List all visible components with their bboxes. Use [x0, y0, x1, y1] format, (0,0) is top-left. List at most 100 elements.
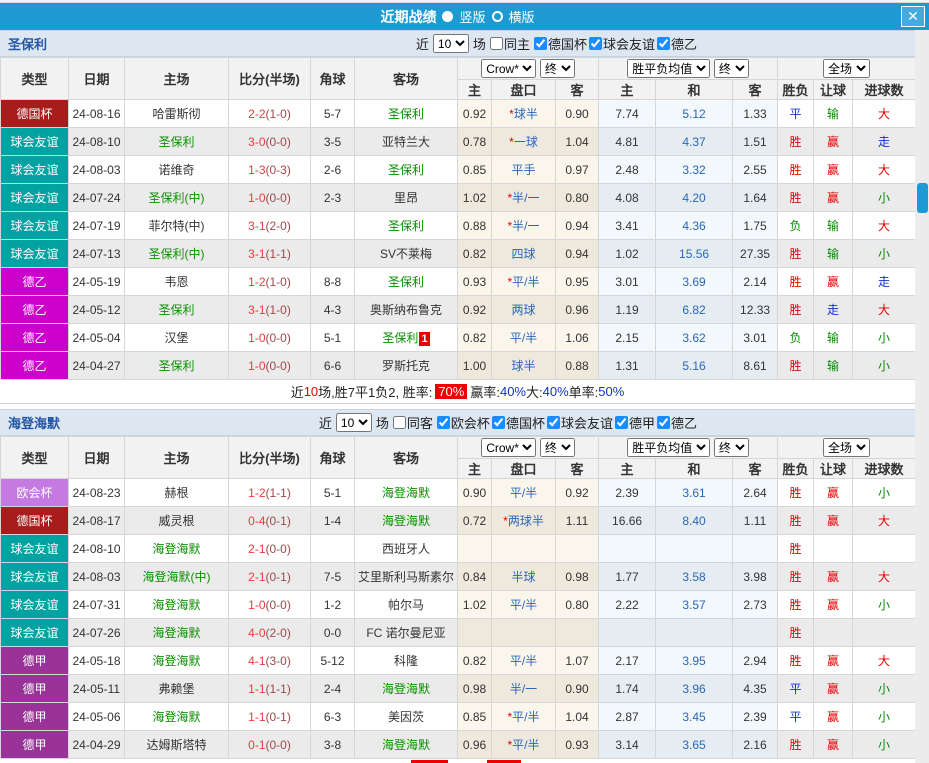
league-filter-德国杯[interactable]: 德国杯 — [534, 34, 587, 53]
league-filter-德乙[interactable]: 德乙 — [657, 34, 697, 53]
col-header-handicap: 盘口 — [492, 80, 556, 100]
league-checkbox-label: 球会友谊 — [603, 34, 655, 53]
mean-draw-cell: 3.62 — [656, 324, 733, 352]
odds-final-select[interactable]: 终 — [540, 438, 575, 457]
col-header-away: 客场 — [355, 58, 458, 100]
mean-draw-cell — [656, 535, 733, 563]
corner-cell: 4-3 — [311, 296, 355, 324]
corner-cell: 3-5 — [311, 128, 355, 156]
mean-final-select[interactable]: 终 — [714, 59, 749, 78]
date-cell: 24-05-19 — [69, 268, 125, 296]
league-checkbox-label: 德国杯 — [548, 34, 587, 53]
handicap-cell: 两球 — [492, 296, 556, 324]
league-checkbox[interactable] — [534, 37, 547, 50]
goals-result-cell: 小 — [853, 184, 916, 212]
date-cell: 24-08-23 — [69, 479, 125, 507]
league-checkbox[interactable] — [589, 37, 602, 50]
odds-home-cell: 0.82 — [458, 647, 492, 675]
handicap-result-cell: 赢 — [814, 128, 853, 156]
mean-home-cell: 1.31 — [599, 352, 656, 380]
mean-final-select[interactable]: 终 — [714, 438, 749, 457]
league-checkbox[interactable] — [615, 416, 628, 429]
league-checkbox[interactable] — [547, 416, 560, 429]
league-filter-球会友谊[interactable]: 球会友谊 — [547, 413, 613, 432]
odds-company-select[interactable]: Crow* — [481, 438, 536, 457]
scope-select[interactable]: 全场 — [823, 438, 870, 457]
same-venue-filter[interactable]: 同主 — [490, 34, 530, 53]
league-type-cell: 球会友谊 — [1, 128, 69, 156]
horizontal-layout-radio[interactable] — [492, 11, 503, 22]
away-team-cell: 海登海默 — [355, 675, 458, 703]
mean-home-cell: 2.87 — [599, 703, 656, 731]
same-venue-label: 同客 — [407, 413, 433, 432]
vertical-layout-label[interactable]: 竖版 — [459, 7, 485, 26]
scrollbar-thumb[interactable] — [917, 183, 928, 213]
league-checkbox[interactable] — [437, 416, 450, 429]
same-venue-filter[interactable]: 同客 — [393, 413, 433, 432]
col-header-type: 类型 — [1, 437, 69, 479]
mean-home-cell — [599, 535, 656, 563]
corner-cell: 5-12 — [311, 647, 355, 675]
col-header-let: 让球 — [814, 459, 853, 479]
league-filter-球会友谊[interactable]: 球会友谊 — [589, 34, 655, 53]
mean-select[interactable]: 胜平负均值 — [627, 438, 710, 457]
handicap-cell: 球半 — [492, 352, 556, 380]
corner-cell — [311, 535, 355, 563]
horizontal-layout-label[interactable]: 横版 — [509, 7, 535, 26]
league-checkbox[interactable] — [657, 37, 670, 50]
games-count-select[interactable]: 10 — [433, 34, 469, 53]
league-checkbox[interactable] — [492, 416, 505, 429]
goals-result-cell: 大 — [853, 563, 916, 591]
handicap-result-cell: 走 — [814, 296, 853, 324]
mean-home-cell: 7.74 — [599, 100, 656, 128]
odds-final-select[interactable]: 终 — [540, 59, 575, 78]
close-button[interactable]: ✕ — [901, 6, 925, 27]
away-team-cell: FC 诺尔曼尼亚 — [355, 619, 458, 647]
same-venue-checkbox[interactable] — [490, 37, 503, 50]
handicap-cell: 平/半 — [492, 479, 556, 507]
handicap-result-cell: 赢 — [814, 507, 853, 535]
league-filter-德国杯[interactable]: 德国杯 — [492, 413, 545, 432]
same-venue-checkbox[interactable] — [393, 416, 406, 429]
games-count-select[interactable]: 10 — [336, 413, 372, 432]
handicap-cell: *一球 — [492, 128, 556, 156]
home-team-cell: 圣保利 — [125, 352, 229, 380]
goals-result-cell: 走 — [853, 128, 916, 156]
mean-draw-cell: 6.82 — [656, 296, 733, 324]
league-filter-德乙[interactable]: 德乙 — [657, 413, 697, 432]
mean-home-cell: 1.74 — [599, 675, 656, 703]
odds-away-cell: 0.94 — [556, 240, 599, 268]
goals-result-cell: 大 — [853, 156, 916, 184]
summary-text: 10 — [304, 384, 318, 399]
goals-result-cell: 小 — [853, 479, 916, 507]
mean-away-cell: 2.39 — [733, 703, 778, 731]
dialog-titlebar: 近期战绩 竖版 横版 ✕ — [0, 3, 929, 30]
league-checkbox[interactable] — [657, 416, 670, 429]
handicap-cell: *半/一 — [492, 212, 556, 240]
goals-result-cell: 小 — [853, 324, 916, 352]
odds-home-cell: 1.00 — [458, 352, 492, 380]
league-filter-德甲[interactable]: 德甲 — [615, 413, 655, 432]
vertical-layout-radio[interactable] — [442, 11, 453, 22]
odds-away-cell — [556, 535, 599, 563]
scope-select[interactable]: 全场 — [823, 59, 870, 78]
odds-company-select[interactable]: Crow* — [481, 59, 536, 78]
handicap-cell: *平/半 — [492, 731, 556, 759]
odds-home-cell — [458, 535, 492, 563]
odds-home-cell: 0.78 — [458, 128, 492, 156]
goals-result-cell — [853, 619, 916, 647]
col-header-type: 类型 — [1, 58, 69, 100]
score-cell: 4-0(2-0) — [229, 619, 311, 647]
league-filter-group: 德国杯球会友谊德乙 — [534, 34, 697, 53]
corner-cell: 5-1 — [311, 479, 355, 507]
mean-select[interactable]: 胜平负均值 — [627, 59, 710, 78]
col-header-home: 主场 — [125, 437, 229, 479]
col-header-corner: 角球 — [311, 437, 355, 479]
col-header-mean-away: 客 — [733, 80, 778, 100]
score-cell: 1-3(0-3) — [229, 156, 311, 184]
away-team-cell: 圣保利 — [355, 100, 458, 128]
league-filter-欧会杯[interactable]: 欧会杯 — [437, 413, 490, 432]
summary-text: 大: — [526, 382, 543, 401]
match-row: 德乙24-05-04汉堡1-0(0-0)5-1圣保利10.82平/半1.062.… — [1, 324, 916, 352]
odds-home-cell: 0.96 — [458, 731, 492, 759]
